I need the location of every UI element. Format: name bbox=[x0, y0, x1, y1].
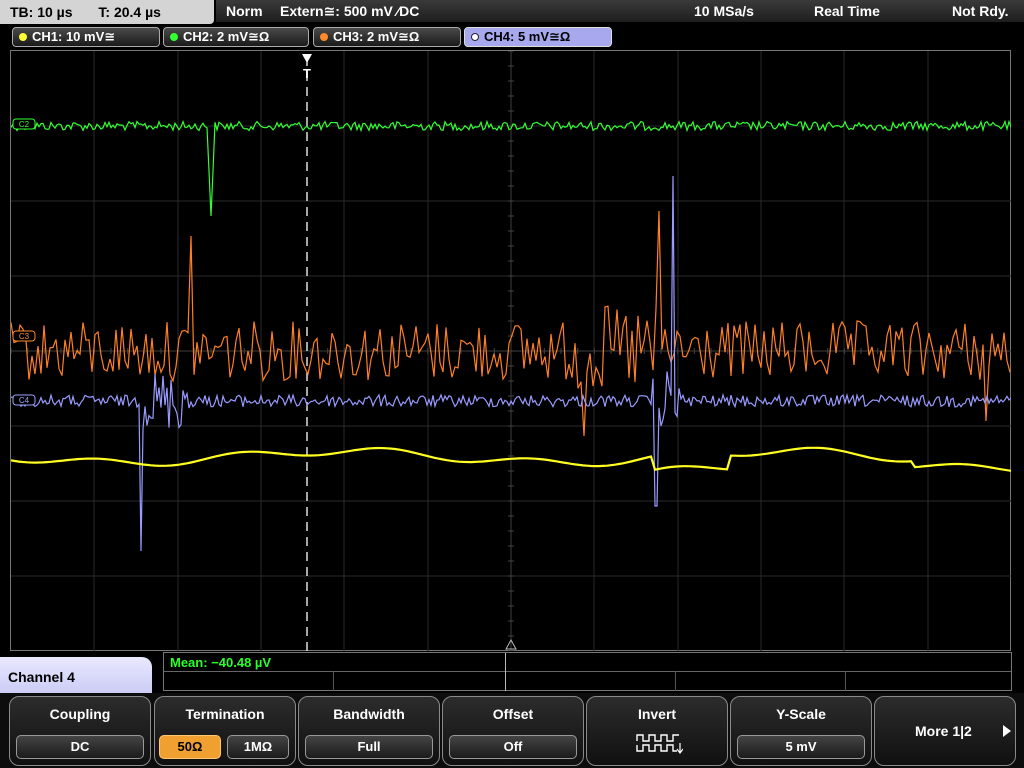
meas-divider bbox=[164, 671, 1011, 672]
more-softkey[interactable]: More 1|2 bbox=[874, 696, 1016, 766]
invert-softkey[interactable]: Invert bbox=[586, 696, 728, 766]
y-scale-value[interactable]: 5 mV bbox=[737, 735, 865, 759]
trigger-position-icon[interactable] bbox=[302, 54, 312, 63]
ch1-dot-icon bbox=[19, 33, 27, 41]
meas-divider bbox=[675, 671, 676, 691]
meas-divider bbox=[505, 653, 506, 691]
invert-wave-icon bbox=[636, 734, 683, 754]
svg-text:C2: C2 bbox=[19, 120, 30, 129]
waveform-display[interactable]: T C2 C3 C4 bbox=[10, 50, 1011, 651]
svg-text:C4: C4 bbox=[19, 396, 30, 405]
offset-title: Offset bbox=[492, 706, 534, 722]
bandwidth-value[interactable]: Full bbox=[305, 735, 433, 759]
sample-rate: 10 MSa/s bbox=[694, 3, 754, 19]
termination-50ohm-option[interactable]: 50Ω bbox=[159, 735, 221, 759]
bandwidth-softkey[interactable]: Bandwidth Full bbox=[298, 696, 440, 766]
chevron-right-icon bbox=[1003, 725, 1011, 737]
termination-1mohm-option[interactable]: 1MΩ bbox=[227, 735, 289, 759]
meas-divider bbox=[333, 671, 334, 691]
softkey-menu: Coupling DC Termination 50Ω 1MΩ Bandwidt… bbox=[0, 693, 1024, 768]
more-label: More 1|2 bbox=[915, 723, 972, 739]
y-scale-softkey[interactable]: Y-Scale 5 mV bbox=[730, 696, 872, 766]
ch3-level-marker[interactable]: C3 bbox=[12, 330, 36, 342]
timebase-box[interactable]: TB: 10 µs T: 20.4 µs bbox=[0, 0, 214, 24]
acquisition-status: Not Rdy. bbox=[952, 3, 1009, 19]
offset-softkey[interactable]: Offset Off bbox=[442, 696, 584, 766]
menu-title: Channel 4 bbox=[0, 657, 152, 697]
channel-1-button[interactable]: CH1: 10 mV≅ bbox=[12, 27, 160, 47]
meas-divider bbox=[845, 671, 846, 691]
termination-softkey[interactable]: Termination 50Ω 1MΩ bbox=[154, 696, 296, 766]
coupling-value[interactable]: DC bbox=[16, 735, 144, 759]
coupling-title: Coupling bbox=[49, 706, 111, 722]
svg-text:C3: C3 bbox=[19, 332, 30, 341]
offset-value[interactable]: Off bbox=[449, 735, 577, 759]
ch4-label: CH4: 5 mV≅Ω bbox=[484, 29, 571, 44]
coupling-softkey[interactable]: Coupling DC bbox=[9, 696, 151, 766]
trigger-time-readout: T: 20.4 µs bbox=[98, 4, 161, 20]
measurement-bar: Mean: −40.48 µV bbox=[163, 652, 1012, 691]
trigger-marker-label: T bbox=[303, 66, 311, 81]
ch2-label: CH2: 2 mV≅Ω bbox=[183, 29, 270, 44]
acquisition-mode: Real Time bbox=[814, 3, 880, 19]
ch3-label: CH3: 2 mV≅Ω bbox=[333, 29, 420, 44]
channel-row: CH1: 10 mV≅ CH2: 2 mV≅Ω CH3: 2 mV≅Ω CH4:… bbox=[0, 26, 1024, 48]
trigger-mode[interactable]: Norm bbox=[226, 0, 263, 22]
ch2-level-marker[interactable]: C2 bbox=[12, 118, 36, 130]
ch2-dot-icon bbox=[170, 33, 178, 41]
graticule bbox=[11, 51, 1011, 651]
channel-2-button[interactable]: CH2: 2 mV≅Ω bbox=[163, 27, 309, 47]
invert-title: Invert bbox=[637, 706, 677, 722]
ch1-label: CH1: 10 mV≅ bbox=[32, 29, 116, 44]
waveform-canvas: T C2 C3 C4 bbox=[11, 51, 1011, 651]
timebase-readout: TB: 10 µs bbox=[10, 4, 73, 20]
y-scale-title: Y-Scale bbox=[776, 706, 826, 722]
bandwidth-title: Bandwidth bbox=[333, 706, 405, 722]
ch3-dot-icon bbox=[320, 33, 328, 41]
channel-4-button[interactable]: CH4: 5 mV≅Ω bbox=[464, 27, 612, 47]
ch4-level-marker[interactable]: C4 bbox=[12, 394, 36, 406]
top-status-bar: TB: 10 µs T: 20.4 µs Norm Extern≅: 500 m… bbox=[0, 0, 1024, 26]
mean-measurement: Mean: −40.48 µV bbox=[170, 655, 272, 670]
termination-title: Termination bbox=[185, 706, 265, 722]
trigger-source[interactable]: Extern≅: 500 mV ⁄DC bbox=[280, 0, 419, 22]
ch4-dot-icon bbox=[471, 33, 479, 41]
trigger-status-strip: Norm Extern≅: 500 mV ⁄DC 10 MSa/s Real T… bbox=[216, 0, 1024, 22]
channel-3-button[interactable]: CH3: 2 mV≅Ω bbox=[313, 27, 461, 47]
